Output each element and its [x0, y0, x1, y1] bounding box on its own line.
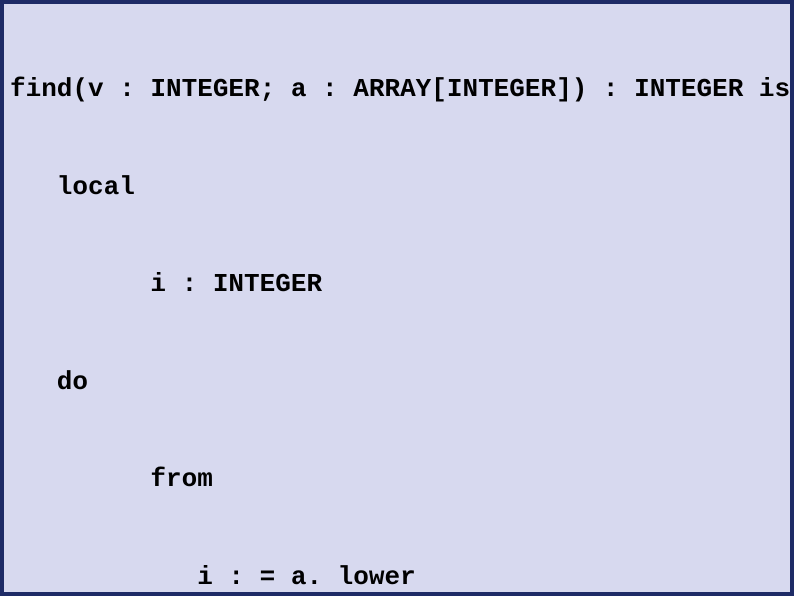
code-line: i : = a. lower: [10, 561, 784, 594]
code-line: do: [10, 366, 784, 399]
code-line: find(v : INTEGER; a : ARRAY[INTEGER]) : …: [10, 73, 784, 106]
code-line: from: [10, 463, 784, 496]
code-line: i : INTEGER: [10, 268, 784, 301]
code-line: local: [10, 171, 784, 204]
code-slide: find(v : INTEGER; a : ARRAY[INTEGER]) : …: [0, 0, 794, 596]
